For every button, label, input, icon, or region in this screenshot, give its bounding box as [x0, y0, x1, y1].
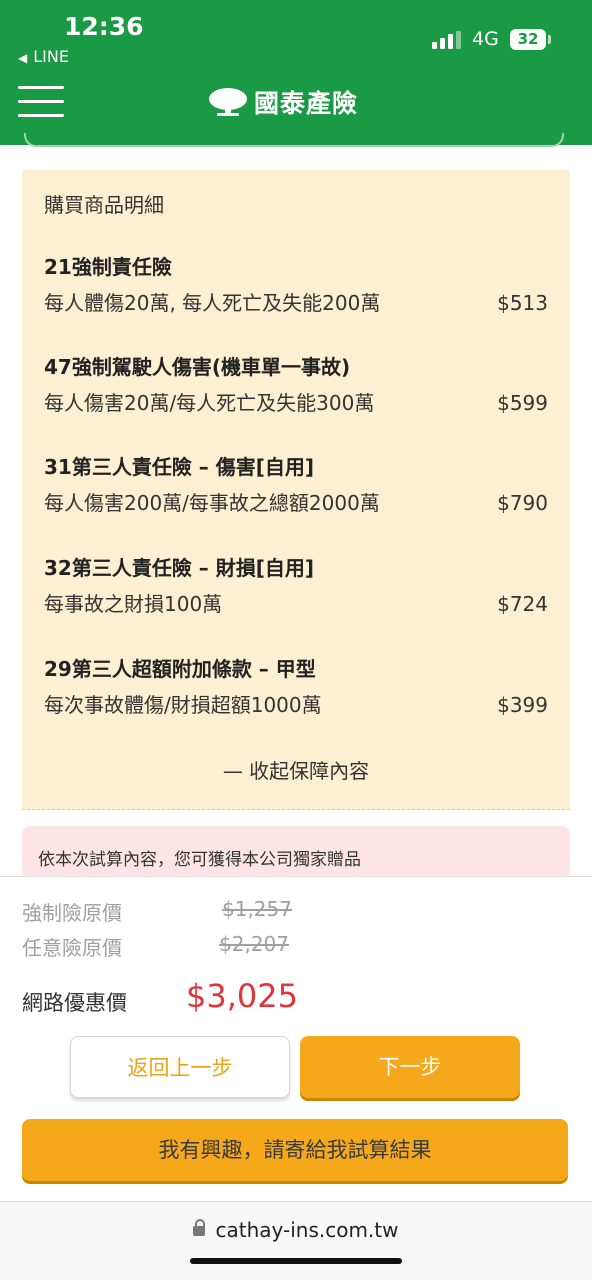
price-summary-bar: 強制險原價 $1,257 任意險原價 $2,207 網路優惠價 $3,025 返… — [0, 876, 592, 1280]
item-row: 每人體傷20萬, 每人死亡及失能200萬 $513 — [44, 286, 548, 320]
voluntary-price-label: 任意險原價 — [22, 936, 122, 960]
compulsory-original-price: $1,257 — [222, 897, 292, 921]
item-coverage: 每人傷害20萬/每人死亡及失能300萬 — [44, 391, 375, 415]
item-coverage: 每人傷害200萬/每事故之總額2000萬 — [44, 491, 380, 515]
item-name: 29第三人超額附加條款 – 甲型 — [44, 657, 316, 681]
item-row: 每人傷害20萬/每人死亡及失能300萬 $599 — [44, 386, 548, 420]
details-title: 購買商品明細 — [44, 193, 164, 217]
gift-notice: 依本次試算內容，您可獲得本公司獨家贈品 — [22, 826, 570, 878]
header-bar: 12:36 ◀ LINE 4G 32 國泰產險 — [0, 0, 592, 145]
back-to-app-link[interactable]: ◀ LINE — [18, 47, 69, 66]
signal-icon — [432, 31, 462, 49]
tree-logo-icon — [209, 88, 247, 116]
back-app-label: LINE — [33, 47, 69, 66]
online-price-label: 網路優惠價 — [22, 991, 127, 1015]
url-display[interactable]: cathay-ins.com.tw — [0, 1218, 592, 1242]
item-name: 31第三人責任險 – 傷害[自用] — [44, 455, 315, 479]
home-indicator[interactable] — [190, 1258, 402, 1264]
network-type: 4G — [472, 28, 499, 50]
item-price: $724 — [497, 592, 548, 616]
coverage-item: 31第三人責任險 – 傷害[自用] 每人傷害200萬/每事故之總額2000萬 $… — [44, 452, 548, 520]
menu-icon[interactable] — [18, 86, 64, 118]
voluntary-original-price: $2,207 — [219, 932, 289, 956]
item-price: $399 — [497, 693, 548, 717]
next-button[interactable]: 下一步 — [300, 1036, 520, 1098]
previous-card-edge — [24, 133, 564, 147]
browser-address-bar[interactable]: cathay-ins.com.tw — [0, 1201, 592, 1280]
item-coverage: 每人體傷20萬, 每人死亡及失能200萬 — [44, 291, 381, 315]
item-name: 47強制駕駛人傷害(機車單一事故) — [44, 355, 351, 379]
purchase-details-panel: 購買商品明細 21強制責任險 每人體傷20萬, 每人死亡及失能200萬 $513… — [22, 170, 570, 810]
battery-level: 32 — [517, 30, 539, 48]
back-button[interactable]: 返回上一步 — [70, 1036, 290, 1098]
battery-icon: 32 — [510, 29, 546, 50]
online-price: $3,025 — [186, 977, 298, 1015]
battery-tip — [548, 35, 551, 44]
coverage-item: 29第三人超額附加條款 – 甲型 每次事故體傷/財損超額1000萬 $399 — [44, 654, 548, 722]
url-text: cathay-ins.com.tw — [215, 1218, 399, 1242]
brand-logo[interactable]: 國泰產險 — [208, 84, 358, 120]
item-coverage: 每次事故體傷/財損超額1000萬 — [44, 693, 322, 717]
item-price: $513 — [497, 291, 548, 315]
coverage-item: 32第三人責任險 – 財損[自用] 每事故之財損100萬 $724 — [44, 553, 548, 621]
status-time: 12:36 — [64, 12, 144, 41]
logo-text: 國泰產險 — [254, 89, 359, 118]
item-price: $599 — [497, 391, 548, 415]
item-row: 每事故之財損100萬 $724 — [44, 587, 548, 621]
back-arrow-icon: ◀ — [18, 51, 28, 65]
compulsory-price-label: 強制險原價 — [22, 901, 122, 925]
item-row: 每次事故體傷/財損超額1000萬 $399 — [44, 688, 548, 722]
item-name: 32第三人責任險 – 財損[自用] — [44, 556, 315, 580]
app-screen: 12:36 ◀ LINE 4G 32 國泰產險 購買商品明細 21強制責任險 每… — [0, 0, 592, 1280]
coverage-item: 47強制駕駛人傷害(機車單一事故) 每人傷害20萬/每人死亡及失能300萬 $5… — [44, 352, 548, 420]
item-coverage: 每事故之財損100萬 — [44, 592, 223, 616]
item-row: 每人傷害200萬/每事故之總額2000萬 $790 — [44, 486, 548, 520]
coverage-item: 21強制責任險 每人體傷20萬, 每人死亡及失能200萬 $513 — [44, 252, 548, 320]
item-name: 21強制責任險 — [44, 255, 172, 279]
item-price: $790 — [497, 491, 548, 515]
collapse-coverage-button[interactable]: — 收起保障內容 — [22, 755, 570, 784]
gift-notice-text: 依本次試算內容，您可獲得本公司獨家贈品 — [38, 850, 361, 870]
send-quote-button[interactable]: 我有興趣，請寄給我試算結果 — [22, 1119, 568, 1181]
lock-icon — [193, 1219, 206, 1236]
